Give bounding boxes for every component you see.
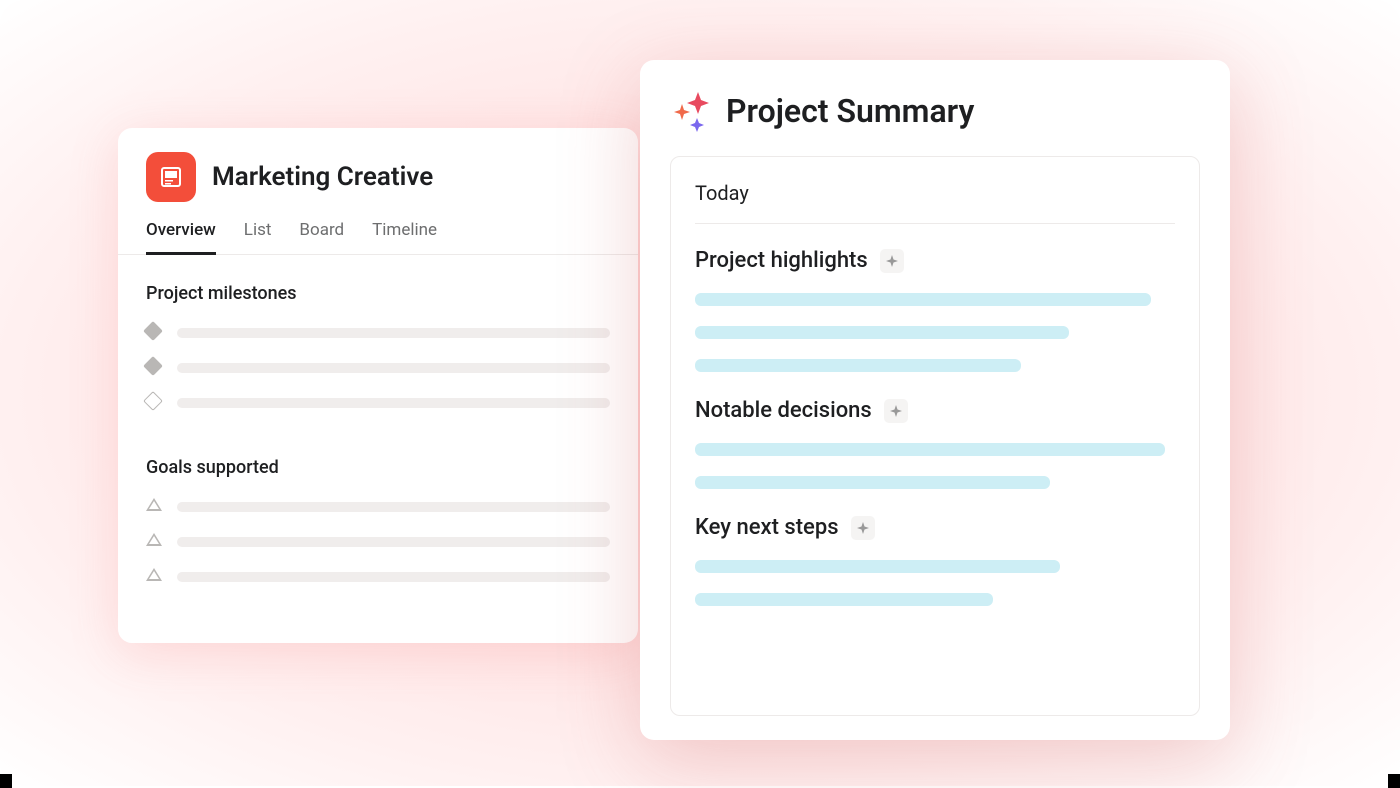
summary-highlights-section: Project highlights — [695, 248, 1175, 372]
goals-title: Goals supported — [146, 457, 610, 478]
placeholder-bar — [177, 537, 610, 547]
content-bar — [695, 560, 1060, 573]
milestone-incomplete-icon — [146, 394, 163, 411]
tab-timeline[interactable]: Timeline — [372, 220, 437, 255]
goal-row — [146, 498, 610, 515]
ai-sparkle-icon — [670, 90, 712, 132]
placeholder-bar — [177, 572, 610, 582]
project-icon — [146, 152, 196, 202]
milestone-row — [146, 359, 610, 376]
goal-icon — [146, 533, 163, 550]
goal-icon — [146, 568, 163, 585]
placeholder-bar — [177, 328, 610, 338]
milestone-row — [146, 324, 610, 341]
summary-header: Project Summary — [670, 90, 1200, 132]
content-bar — [695, 476, 1050, 489]
placeholder-bar — [177, 398, 610, 408]
ai-sparkle-small-icon[interactable] — [880, 249, 904, 273]
summary-decisions-title: Notable decisions — [695, 398, 872, 423]
tab-overview[interactable]: Overview — [146, 220, 216, 255]
goals-section: Goals supported — [118, 429, 638, 585]
summary-next-steps-title: Key next steps — [695, 515, 839, 540]
content-bar — [695, 293, 1151, 306]
milestones-section: Project milestones — [118, 255, 638, 411]
goal-row — [146, 533, 610, 550]
content-bar — [695, 326, 1069, 339]
milestone-row — [146, 394, 610, 411]
milestone-complete-icon — [146, 324, 163, 341]
tab-list[interactable]: List — [244, 220, 272, 255]
tab-board[interactable]: Board — [299, 220, 344, 255]
content-bar — [695, 443, 1165, 456]
summary-title: Project Summary — [726, 92, 974, 130]
summary-card: Project Summary Today Project highlights… — [640, 60, 1230, 740]
summary-next-steps-section: Key next steps — [695, 515, 1175, 606]
goal-row — [146, 568, 610, 585]
placeholder-bar — [177, 363, 610, 373]
summary-decisions-section: Notable decisions — [695, 398, 1175, 489]
project-title: Marketing Creative — [212, 162, 433, 192]
summary-highlights-title: Project highlights — [695, 248, 868, 273]
project-card: Marketing Creative Overview List Board T… — [118, 128, 638, 643]
summary-body: Today Project highlights Notable decisio… — [670, 156, 1200, 716]
content-bar — [695, 593, 993, 606]
placeholder-bar — [177, 502, 610, 512]
milestones-title: Project milestones — [146, 283, 610, 304]
ai-sparkle-small-icon[interactable] — [884, 399, 908, 423]
project-tabs: Overview List Board Timeline — [118, 202, 638, 255]
project-header: Marketing Creative — [118, 128, 638, 202]
milestone-complete-icon — [146, 359, 163, 376]
goal-icon — [146, 498, 163, 515]
content-bar — [695, 359, 1021, 372]
summary-date-label: Today — [695, 181, 1175, 224]
ai-sparkle-small-icon[interactable] — [851, 516, 875, 540]
